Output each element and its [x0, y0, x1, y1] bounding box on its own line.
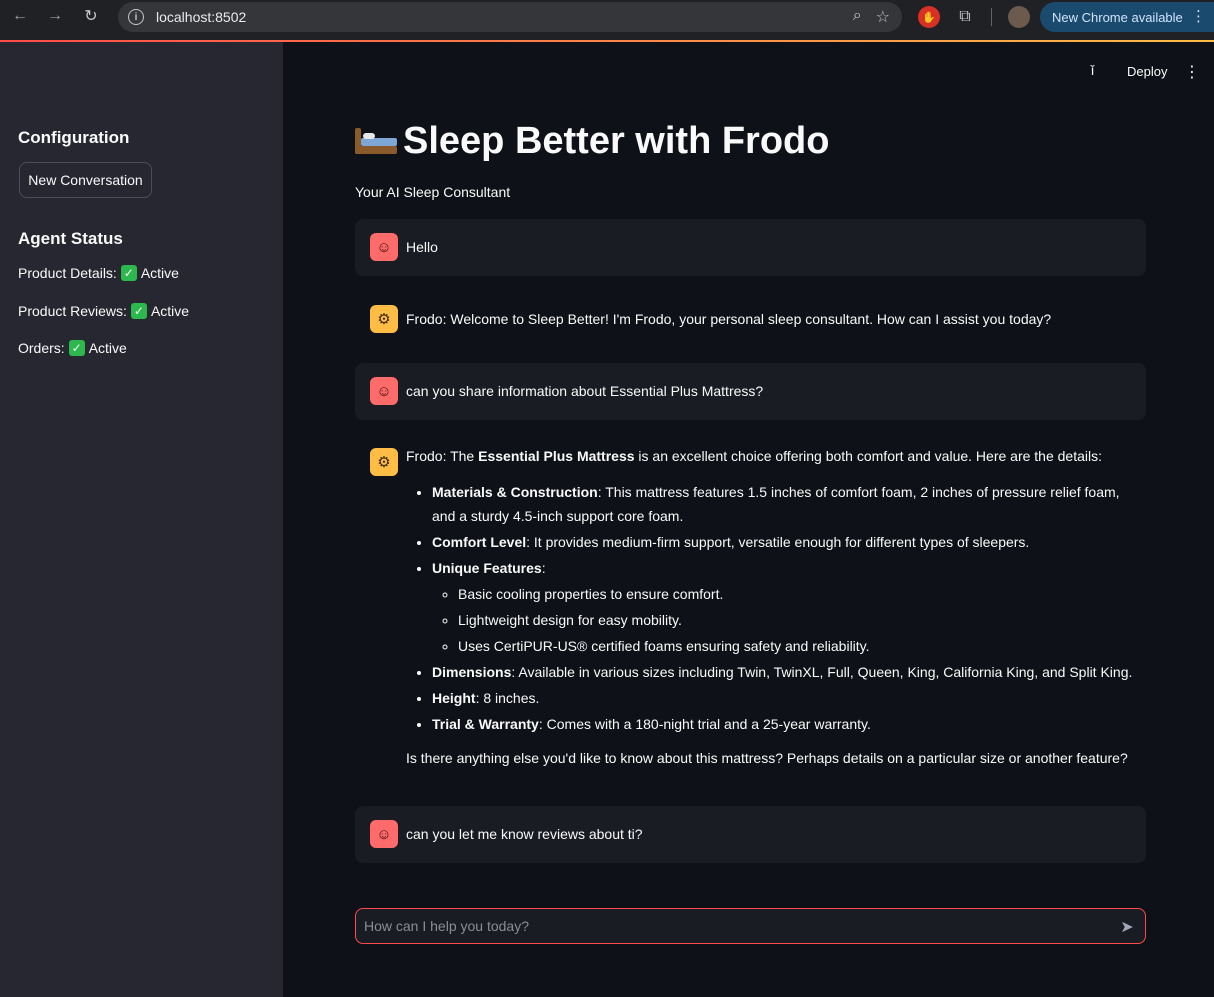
page-subtitle: Your AI Sleep Consultant [355, 184, 511, 200]
user-avatar-icon: ☺ [370, 233, 398, 261]
message-outro: Is there anything else you'd like to kno… [406, 750, 1128, 766]
message-text: Hello [406, 239, 438, 255]
back-icon[interactable]: ← [6, 2, 34, 30]
page-title-row: Sleep Better with Frodo [355, 120, 829, 163]
chrome-update-label: New Chrome available [1052, 9, 1183, 25]
list-item: Materials & Construction: This mattress … [432, 480, 1136, 528]
extensions-puzzle-icon[interactable]: ⧉ [954, 6, 976, 28]
sublist-item: Uses CertiPUR-US® certified foams ensuri… [458, 634, 1136, 658]
message-intro: Frodo: The Essential Plus Mattress is an… [406, 448, 1102, 464]
browser-toolbar: ← → ↻ i localhost:8502 ⌕ ☆ ✋ ⧉ New Chrom… [0, 0, 1214, 40]
sidebar: Configuration New Conversation Agent Sta… [0, 42, 283, 997]
chat-message-user: ☺ can you share information about Essent… [355, 363, 1146, 420]
features-sublist: Basic cooling properties to ensure comfo… [458, 582, 1136, 658]
agent-status-heading: Agent Status [18, 229, 123, 248]
sublist-item: Lightweight design for easy mobility. [458, 608, 1136, 632]
chat-message-assistant: ⚙ Frodo: The Essential Plus Mattress is … [355, 435, 1146, 784]
site-info-icon[interactable]: i [128, 9, 144, 25]
status-product-details: Product Details: ✓ Active [18, 265, 179, 281]
user-avatar-icon: ☺ [370, 820, 398, 848]
deploy-button[interactable]: Deploy [1127, 64, 1167, 79]
extension-stop-icon[interactable]: ✋ [918, 6, 940, 28]
list-item: Height: 8 inches. [432, 686, 1136, 710]
check-icon: ✓ [68, 340, 85, 356]
check-icon: ✓ [120, 265, 137, 281]
message-body: Frodo: The Essential Plus Mattress is an… [406, 444, 1136, 770]
bot-avatar-icon: ⚙ [370, 448, 398, 476]
bed-icon [355, 127, 397, 156]
zoom-icon[interactable]: ⌕ [853, 7, 862, 27]
chrome-update-button[interactable]: New Chrome available ⋮ [1040, 2, 1214, 32]
address-bar[interactable]: i localhost:8502 ⌕ ☆ [118, 2, 902, 32]
list-item: Trial & Warranty: Comes with a 180-night… [432, 712, 1136, 736]
profile-avatar[interactable] [1008, 6, 1030, 28]
main-area: ǐ Deploy ⋮ Sleep Better with Frodo Your … [283, 42, 1214, 997]
chat-message-assistant: ⚙ Frodo: Welcome to Sleep Better! I'm Fr… [355, 291, 1146, 348]
message-text: Frodo: Welcome to Sleep Better! I'm Frod… [406, 311, 1052, 327]
details-list: Materials & Construction: This mattress … [432, 480, 1136, 736]
message-text: can you share information about Essentia… [406, 383, 764, 399]
bookmark-star-icon[interactable]: ☆ [876, 7, 890, 27]
user-avatar-icon: ☺ [370, 377, 398, 405]
message-text: can you let me know reviews about ti? [406, 826, 643, 842]
address-url[interactable]: localhost:8502 [156, 9, 246, 25]
list-item: Unique Features: Basic cooling propertie… [432, 556, 1136, 658]
status-orders: Orders: ✓ Active [18, 340, 127, 356]
chat-message-user: ☺ can you let me know reviews about ti? [355, 806, 1146, 863]
new-conversation-button[interactable]: New Conversation [19, 162, 152, 198]
sublist-item: Basic cooling properties to ensure comfo… [458, 582, 1136, 606]
chat-input[interactable] [364, 909, 1104, 943]
check-icon: ✓ [130, 303, 147, 319]
bot-avatar-icon: ⚙ [370, 305, 398, 333]
status-label: Product Details: [18, 265, 117, 281]
status-label: Product Reviews: [18, 303, 127, 319]
chat-message-user: ☺ Hello [355, 219, 1146, 276]
forward-icon[interactable]: → [41, 2, 69, 30]
chat-input-container: ➤ [355, 908, 1146, 944]
status-value: Active [150, 303, 190, 319]
main-menu-icon[interactable]: ⋮ [1184, 62, 1200, 82]
toolbar-divider [991, 8, 992, 26]
send-icon[interactable]: ➤ [1117, 917, 1137, 937]
running-indicator-icon[interactable]: ǐ [1091, 62, 1094, 78]
status-label: Orders: [18, 340, 65, 356]
status-product-reviews: Product Reviews: ✓ Active [18, 303, 189, 319]
reload-icon[interactable]: ↻ [77, 2, 105, 30]
list-item: Dimensions: Available in various sizes i… [432, 660, 1136, 684]
list-item: Comfort Level: It provides medium-firm s… [432, 530, 1136, 554]
status-value: Active [88, 340, 127, 356]
status-value: Active [140, 265, 179, 281]
browser-menu-icon[interactable]: ⋮ [1191, 7, 1206, 25]
page-title: Sleep Better with Frodo [403, 120, 830, 162]
configuration-heading: Configuration [18, 128, 130, 147]
